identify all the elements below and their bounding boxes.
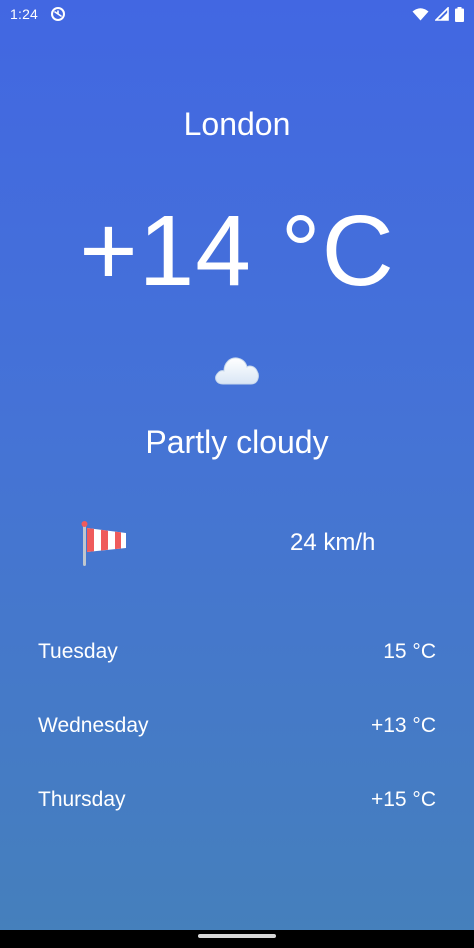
- forecast-day: Tuesday: [38, 640, 118, 663]
- forecast-row: Tuesday 15 °C: [38, 628, 436, 676]
- battery-icon: [455, 6, 464, 22]
- forecast-day: Wednesday: [38, 714, 149, 737]
- weather-screen: 1:24 London +14 °C Partly cloudy 24 km/h…: [0, 0, 474, 948]
- status-bar: 1:24: [0, 0, 474, 28]
- wind-speed: 24 km/h: [290, 529, 376, 556]
- windsock-icon: [80, 520, 130, 566]
- forecast-day: Thursday: [38, 788, 126, 811]
- forecast-list: Tuesday 15 °C Wednesday +13 °C Thursday …: [38, 628, 436, 850]
- cloud-icon: [213, 352, 261, 388]
- forecast-temp: +13 °C: [370, 714, 436, 737]
- navigation-bar: [0, 930, 474, 948]
- wind-row: 24 km/h: [0, 518, 474, 570]
- status-time: 1:24: [10, 6, 39, 22]
- forecast-temp: +15 °C: [370, 788, 436, 811]
- city-name: London: [183, 106, 291, 142]
- weather-condition: Partly cloudy: [145, 424, 329, 460]
- current-temperature: +14 °C: [79, 195, 395, 307]
- data-saver-icon: [50, 6, 66, 22]
- cell-signal-icon: [435, 7, 449, 21]
- forecast-row: Thursday +15 °C: [38, 776, 436, 824]
- wifi-icon: [412, 7, 429, 21]
- status-right: [412, 6, 464, 22]
- forecast-temp: 15 °C: [383, 640, 436, 663]
- status-left: 1:24: [10, 6, 66, 22]
- forecast-row: Wednesday +13 °C: [38, 702, 436, 750]
- home-gesture-handle[interactable]: [198, 934, 276, 938]
